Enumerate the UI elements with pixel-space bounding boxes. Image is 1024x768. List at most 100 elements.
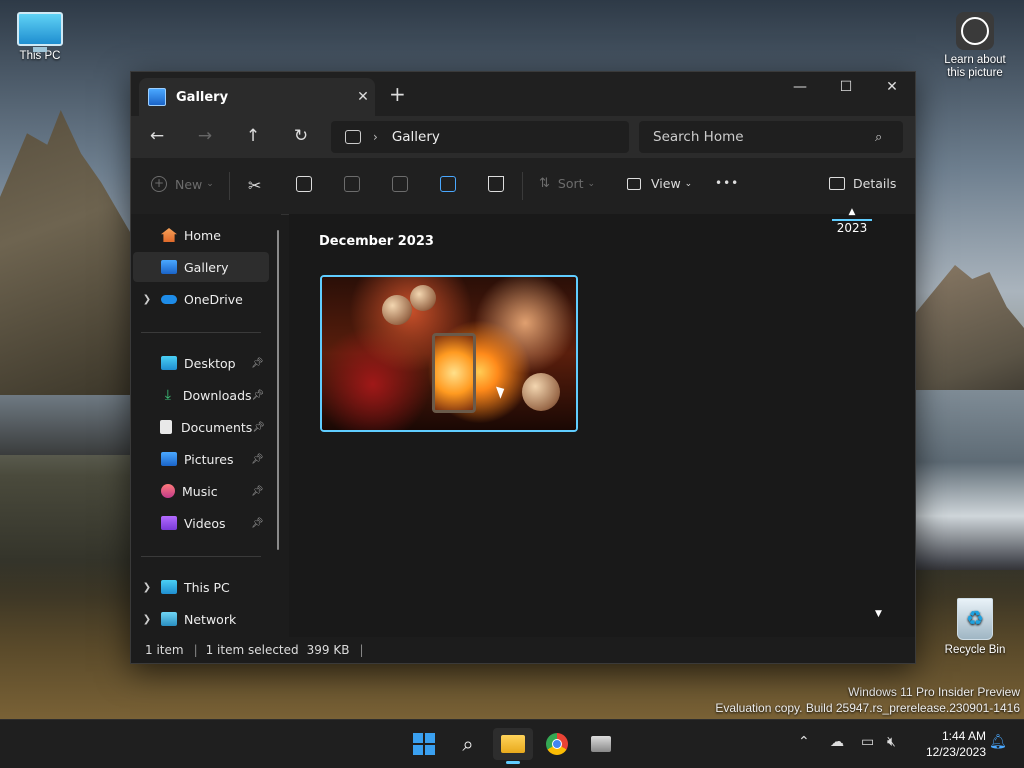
sidebar-item-this-pc[interactable]: ❯ This PC xyxy=(133,572,269,602)
sidebar-item-home[interactable]: Home xyxy=(133,220,269,250)
sort-button[interactable]: ⇅ Sort ⌄ xyxy=(539,176,595,191)
copy-button[interactable] xyxy=(296,176,312,192)
details-label: Details xyxy=(853,176,897,191)
sidebar-item-videos[interactable]: Videos 📌︎ xyxy=(133,508,269,538)
taskbar-chrome[interactable] xyxy=(537,728,577,760)
pin-icon[interactable]: 📌︎ xyxy=(252,422,265,433)
system-clock[interactable]: 1:44 AM 12/23/2023 xyxy=(926,728,986,760)
refresh-button[interactable]: ↻ xyxy=(289,126,313,146)
status-bar: 1 item | 1 item selected 399 KB | xyxy=(131,637,915,663)
details-button[interactable]: Details xyxy=(829,176,896,191)
home-icon xyxy=(161,228,177,242)
sidebar-scrollbar[interactable] xyxy=(277,230,279,550)
delete-button[interactable] xyxy=(488,176,504,192)
taskbar: ⌕ ⌃ ☁ ▭ 🔇︎ 1:44 AM 12/23/2023 🔔︎ xyxy=(0,719,1024,768)
search-icon: ⌕ xyxy=(462,732,474,756)
chevron-right-icon[interactable]: ❯ xyxy=(133,614,161,625)
sidebar-item-network[interactable]: ❯ Network xyxy=(133,604,269,634)
taskbar-app[interactable] xyxy=(581,728,621,760)
tab-close-icon[interactable]: ✕ xyxy=(351,89,375,105)
new-button[interactable]: + New ⌄ xyxy=(151,176,214,192)
sort-label: Sort xyxy=(557,176,584,191)
maximize-button[interactable]: ☐ xyxy=(823,72,869,102)
rename-button[interactable] xyxy=(392,176,408,192)
document-icon xyxy=(160,420,173,434)
sidebar-item-documents[interactable]: Documents 📌︎ xyxy=(133,412,269,442)
wallpaper-sea-left xyxy=(0,395,135,455)
sidebar-item-onedrive[interactable]: ❯ OneDrive xyxy=(133,284,269,314)
windows-logo-icon xyxy=(413,733,435,755)
address-bar[interactable]: › Gallery xyxy=(331,121,629,153)
sidebar-item-label: Desktop xyxy=(184,355,236,371)
pin-icon[interactable]: 📌︎ xyxy=(251,486,265,497)
title-bar[interactable]: Gallery ✕ + — ☐ ✕ xyxy=(131,72,915,116)
notification-bell-icon[interactable]: 🔔︎ xyxy=(989,734,1007,750)
sidebar-item-label: Gallery xyxy=(184,259,229,275)
watermark-line: Evaluation copy. Build 25947.rs_prerelea… xyxy=(715,701,1020,715)
watermark-line: Windows 11 Pro Insider Preview xyxy=(848,685,1020,699)
timeline-scrubber[interactable]: ▲ 2023 xyxy=(832,207,872,235)
desktop-icon-recycle-bin[interactable]: ♻ Recycle Bin xyxy=(935,598,1015,656)
window-controls: — ☐ ✕ xyxy=(777,72,915,102)
pin-icon[interactable]: 📌︎ xyxy=(251,358,265,369)
sidebar-item-label: Home xyxy=(184,227,221,243)
onedrive-tray-icon[interactable]: ☁ xyxy=(830,734,844,750)
camera-icon xyxy=(956,12,994,50)
chevron-right-icon[interactable]: › xyxy=(373,130,378,144)
tab-gallery[interactable]: Gallery ✕ xyxy=(139,78,375,116)
group-header: December 2023 xyxy=(319,234,434,249)
share-button[interactable] xyxy=(440,176,456,192)
start-button[interactable] xyxy=(404,728,444,760)
sidebar-item-downloads[interactable]: ⤓ Downloads 📌︎ xyxy=(133,380,269,410)
chevron-right-icon[interactable]: ❯ xyxy=(133,294,161,305)
chevron-down-icon: ⌄ xyxy=(684,178,693,189)
clipboard-icon xyxy=(344,176,360,192)
divider xyxy=(229,172,230,200)
more-options-button[interactable]: ••• xyxy=(715,176,739,190)
paste-button[interactable] xyxy=(344,176,360,192)
search-box[interactable]: Search Home ⌕ xyxy=(639,121,903,153)
clock-date: 12/23/2023 xyxy=(925,745,986,759)
ornament-ball xyxy=(522,373,560,411)
desktop-icon-learn-picture[interactable]: Learn about this picture xyxy=(935,12,1015,80)
triangle-down-icon[interactable]: ▼ xyxy=(875,609,882,619)
chevron-right-icon[interactable]: ❯ xyxy=(133,582,161,593)
up-button[interactable]: ↑ xyxy=(241,126,265,146)
details-pane-icon xyxy=(829,177,845,190)
sidebar-item-desktop[interactable]: Desktop 📌︎ xyxy=(133,348,269,378)
pictures-icon xyxy=(161,452,177,466)
sidebar-item-label: This PC xyxy=(184,579,230,595)
forward-button[interactable]: → xyxy=(193,126,217,146)
sidebar-item-label: Documents xyxy=(181,419,253,435)
search-icon: ⌕ xyxy=(875,129,883,145)
taskbar-file-explorer[interactable] xyxy=(493,728,533,764)
triangle-up-icon[interactable]: ▲ xyxy=(832,207,872,217)
desktop-icon-this-pc[interactable]: This PC xyxy=(0,12,80,62)
sidebar-item-pictures[interactable]: Pictures 📌︎ xyxy=(133,444,269,474)
volume-muted-icon[interactable]: 🔇︎ xyxy=(887,734,896,750)
view-button[interactable]: View ⌄ xyxy=(627,176,692,191)
back-button[interactable]: ← xyxy=(145,126,169,146)
chevron-up-icon[interactable]: ⌃ xyxy=(798,734,810,750)
breadcrumb-gallery[interactable]: Gallery xyxy=(392,129,440,145)
search-button[interactable]: ⌕ xyxy=(448,728,488,760)
sidebar-item-music[interactable]: Music 📌︎ xyxy=(133,476,269,506)
sidebar-item-label: Music xyxy=(182,483,218,499)
monitor-icon xyxy=(161,580,177,594)
pin-icon[interactable]: 📌︎ xyxy=(252,390,265,401)
close-button[interactable]: ✕ xyxy=(869,72,915,102)
sidebar-item-gallery[interactable]: Gallery xyxy=(133,252,269,282)
pin-icon[interactable]: 📌︎ xyxy=(251,454,265,465)
sidebar-item-label: Downloads xyxy=(182,387,252,403)
pin-icon[interactable]: 📌︎ xyxy=(251,518,265,529)
view-label: View xyxy=(651,176,681,191)
minimize-button[interactable]: — xyxy=(777,72,823,102)
status-separator: | xyxy=(359,643,364,657)
new-tab-button[interactable]: + xyxy=(389,82,406,106)
gallery-thumbnail[interactable] xyxy=(320,275,578,432)
year-label[interactable]: 2023 xyxy=(832,219,872,235)
gallery-icon xyxy=(345,130,361,144)
cut-button[interactable]: ✂ xyxy=(248,176,261,195)
display-tray-icon[interactable]: ▭ xyxy=(861,734,874,750)
search-input[interactable]: Search Home xyxy=(639,129,875,145)
